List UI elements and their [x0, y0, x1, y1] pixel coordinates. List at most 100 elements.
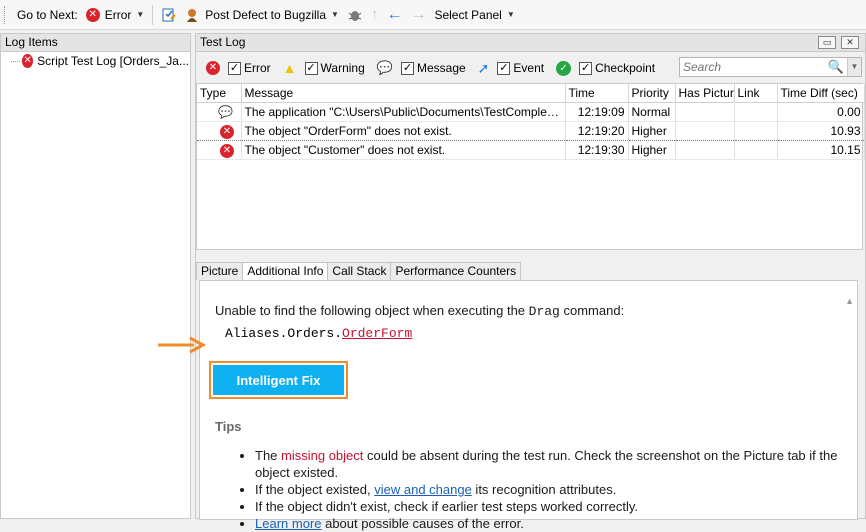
log-tree-item[interactable]: ✕ Script Test Log [Orders_Ja... — [11, 54, 189, 68]
tab-call-stack[interactable]: Call Stack — [327, 262, 392, 280]
type-cell: ✕ — [197, 140, 242, 160]
filter-error[interactable]: ✕ ✓ Error — [206, 61, 271, 75]
learn-more-link[interactable]: Learn more — [255, 516, 321, 531]
time-diff-cell: 10.93 — [777, 120, 865, 141]
time-cell: 12:19:09 — [565, 102, 629, 122]
message-cell: The object "Customer" does not exist. — [241, 140, 566, 160]
edit-checkpoint-button[interactable] — [157, 4, 181, 26]
link-cell — [734, 102, 778, 122]
filter-checkpoint[interactable]: ✓ ✓ Checkpoint — [556, 60, 655, 76]
test-log-title: Test Log — [200, 35, 246, 49]
toolbar-grip[interactable] — [4, 5, 7, 24]
arrow-up-icon: ↑ — [370, 6, 379, 23]
filter-warning-label: Warning — [320, 61, 365, 75]
priority-cell: Higher — [628, 140, 676, 160]
object-path: Aliases.Orders.OrderForm — [225, 326, 412, 341]
log-tree-item-label: Script Test Log [Orders_Ja... — [37, 54, 189, 68]
column-header-message[interactable]: Message — [241, 84, 566, 103]
command-name: Drag — [528, 304, 560, 319]
view-and-change-link[interactable]: view and change — [374, 482, 472, 497]
tip-text: If the object existed, — [255, 482, 375, 497]
log-items-header: Log Items — [1, 34, 190, 52]
main-toolbar: Go to Next: ✕ Error ▼ Post Defect to Bug… — [0, 0, 866, 30]
table-row[interactable]: ✕ The object "OrderForm" does not exist.… — [197, 120, 865, 141]
scroll-up-icon[interactable]: ▲ — [845, 296, 854, 306]
priority-cell: Normal — [628, 102, 676, 122]
filter-event-label: Event — [513, 61, 545, 75]
table-row[interactable]: 💬 The application "C:\Users\Public\Docum… — [197, 102, 865, 122]
search-input[interactable] — [680, 59, 828, 75]
time-cell: 12:19:20 — [565, 120, 629, 141]
message-icon: 💬 — [218, 104, 233, 119]
warning-checkbox[interactable]: ✓ — [304, 61, 318, 75]
test-log-panel: Test Log ▭ ✕ ✕ ✓ Error ▲ ✓ Warning 💬 ✓ M… — [195, 33, 866, 531]
intelligent-fix-button[interactable]: Intelligent Fix — [213, 365, 344, 395]
tab-performance-counters[interactable]: Performance Counters — [390, 262, 522, 280]
link-cell — [734, 120, 778, 141]
log-grid: Type Message Time Priority Has Picture L… — [196, 83, 865, 250]
debug-bug-button[interactable] — [343, 4, 367, 26]
message-checkbox[interactable]: ✓ — [400, 61, 414, 75]
log-items-panel: Log Items ✕ Script Test Log [Orders_Ja..… — [0, 33, 191, 519]
arrow-right-icon: → — [410, 5, 427, 23]
has-picture-cell — [675, 140, 735, 160]
search-dropdown-button[interactable]: ▼ — [847, 58, 861, 76]
tab-additional-info[interactable]: Additional Info — [242, 262, 329, 281]
error-checkbox[interactable]: ✓ — [228, 61, 241, 75]
time-cell: 12:19:30 — [565, 140, 629, 160]
error-icon: ✕ — [220, 124, 234, 139]
error-icon: ✕ — [206, 61, 220, 75]
filter-message[interactable]: 💬 ✓ Message — [377, 60, 466, 76]
error-icon: ✕ — [22, 54, 34, 68]
has-picture-cell — [675, 102, 735, 122]
tip-text: its recognition attributes. — [471, 482, 617, 497]
search-icon[interactable]: 🔍 — [828, 59, 844, 75]
tree-connector — [11, 60, 21, 62]
missing-object-link[interactable]: OrderForm — [342, 326, 412, 341]
close-panel-button[interactable]: ✕ — [841, 36, 859, 49]
select-panel-dropdown[interactable]: Select Panel ▼ — [430, 4, 518, 26]
chevron-down-icon: ▼ — [506, 10, 515, 19]
post-defect-button[interactable]: Post Defect to Bugzilla ▼ — [181, 4, 343, 26]
go-forward-button[interactable]: → — [406, 4, 430, 26]
event-checkbox[interactable]: ✓ — [497, 61, 511, 75]
column-header-time[interactable]: Time — [565, 84, 629, 103]
filter-message-label: Message — [416, 61, 466, 75]
table-row[interactable]: ✕ The object "Customer" does not exist. … — [197, 140, 865, 160]
intelligent-fix-highlight: Intelligent Fix — [209, 361, 348, 399]
priority-cell: Higher — [628, 120, 676, 141]
filter-event[interactable]: ➚ ✓ Event — [478, 60, 544, 77]
list-item: If the object didn't exist, check if ear… — [255, 498, 840, 515]
tip-text: If the object didn't exist, check if ear… — [255, 499, 639, 514]
has-picture-cell — [675, 120, 735, 141]
checkpoint-checkbox[interactable]: ✓ — [579, 61, 593, 75]
list-item: If the object existed, view and change i… — [255, 481, 840, 498]
message-cell: The application "C:\Users\Public\Documen… — [241, 102, 566, 122]
column-header-type[interactable]: Type — [197, 84, 242, 103]
restore-panel-button[interactable]: ▭ — [818, 36, 836, 49]
filter-warning[interactable]: ▲ ✓ Warning — [283, 60, 365, 76]
details-tabs: Picture Additional Info Call Stack Perfo… — [196, 262, 522, 281]
message-cell: The object "OrderForm" does not exist. — [241, 120, 566, 141]
chevron-down-icon: ▼ — [331, 10, 339, 19]
go-up-button[interactable]: ↑ — [367, 4, 383, 26]
go-to-next-text: Go to Next: — [17, 7, 78, 22]
column-header-has-picture[interactable]: Has Picture — [675, 84, 735, 103]
error-description: Unable to find the following object when… — [215, 303, 624, 319]
go-back-button[interactable]: ← — [382, 4, 406, 26]
type-cell: ✕ — [197, 120, 242, 141]
post-defect-label: Post Defect to Bugzilla — [205, 7, 327, 22]
type-cell: 💬 — [197, 102, 242, 122]
tips-list: The missing object could be absent durin… — [240, 447, 840, 532]
column-header-link[interactable]: Link — [734, 84, 778, 103]
bugzilla-icon — [187, 8, 198, 22]
go-to-next-label: Go to Next: — [13, 4, 82, 26]
column-header-time-diff[interactable]: Time Diff (sec) — [777, 84, 865, 103]
filter-bar: ✕ ✓ Error ▲ ✓ Warning 💬 ✓ Message ➚ ✓ Ev… — [196, 55, 865, 81]
callout-arrow-icon — [158, 336, 206, 354]
column-header-priority[interactable]: Priority — [628, 84, 676, 103]
error-icon: ✕ — [220, 143, 234, 158]
go-to-next-error-dropdown[interactable]: ✕ Error ▼ — [82, 4, 149, 26]
tab-picture[interactable]: Picture — [196, 262, 244, 280]
select-panel-label: Select Panel — [434, 7, 502, 22]
